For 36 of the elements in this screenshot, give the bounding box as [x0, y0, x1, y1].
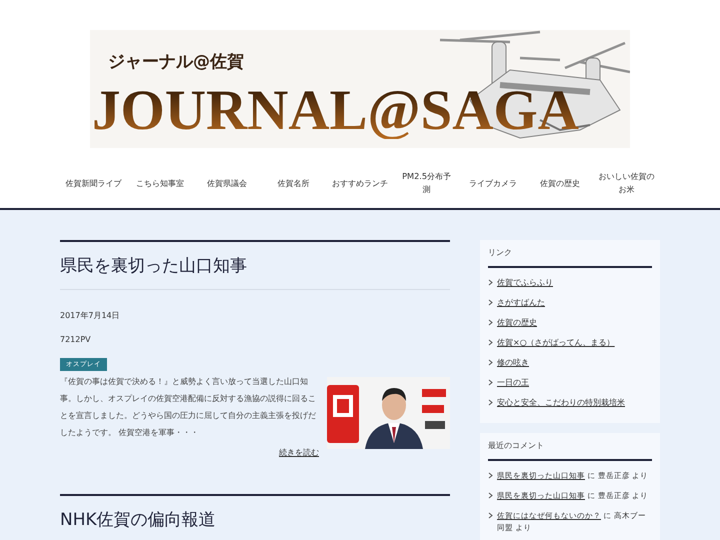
chevron-icon: [488, 359, 493, 366]
post-date: 2017年7月14日: [60, 310, 121, 321]
sidebar-link[interactable]: 佐賀でふらふり: [497, 277, 553, 289]
sidebar-link[interactable]: 安心と安全、こだわりの特別栽培米: [497, 397, 625, 409]
site-logo[interactable]: ジャーナル@佐賀 JOURNAL@SAGA: [90, 30, 630, 148]
sidebar-link[interactable]: 佐賀の歴史: [497, 317, 537, 329]
chevron-icon: [488, 299, 493, 306]
chevron-icon: [488, 379, 493, 386]
nav-link[interactable]: 佐賀県議会: [194, 168, 260, 198]
chevron-icon: [488, 492, 493, 499]
nav-link[interactable]: おすすめランチ: [326, 168, 394, 198]
nav-link[interactable]: ライブカメラ: [460, 168, 526, 198]
nav-link[interactable]: 佐賀新聞ライブ: [60, 168, 127, 198]
nav-link[interactable]: PM2.5分布予測: [393, 168, 460, 198]
chevron-icon: [488, 399, 493, 406]
sidebar-link[interactable]: 一日の王: [497, 377, 529, 389]
chevron-icon: [488, 472, 493, 479]
chevron-icon: [488, 279, 493, 286]
widget-title: 最近のコメント: [488, 438, 652, 461]
nav-link[interactable]: 佐賀の歴史: [526, 168, 594, 198]
logo-subtitle: ジャーナル@佐賀: [108, 51, 244, 73]
nav-link[interactable]: こちら知事室: [126, 168, 194, 198]
view-count: 7212PV: [60, 335, 92, 344]
nav-link[interactable]: おいしい佐賀のお米: [593, 168, 660, 198]
read-more-link[interactable]: 続きを読む: [60, 447, 319, 458]
widget-title: リンク: [488, 245, 652, 268]
post-title[interactable]: NHK佐賀の偏向報道: [60, 496, 450, 540]
post-title[interactable]: 県民を裏切った山口知事: [60, 242, 450, 290]
sidebar-link[interactable]: さがすばんた: [497, 297, 545, 309]
chevron-icon: [488, 339, 493, 346]
nav-link[interactable]: 佐賀名所: [260, 168, 327, 198]
chevron-icon: [488, 319, 493, 326]
chevron-icon: [488, 512, 493, 519]
sidebar-link[interactable]: 佐賀×○（さがばってん、まる）: [497, 337, 615, 349]
sidebar-link[interactable]: 修の呟き: [497, 357, 529, 369]
post-excerpt: 『佐賀の事は佐賀で決める！』と威勢よく言い放って当選した山口知事。しかし、オスプレイの佐賀空港配備に反対する漁協の説得に回ることを宣言しました。どうやら国の圧力に屈して自分の主義主張を投げだしたようです。 佐賀空港を軍事・・・: [60, 375, 317, 439]
